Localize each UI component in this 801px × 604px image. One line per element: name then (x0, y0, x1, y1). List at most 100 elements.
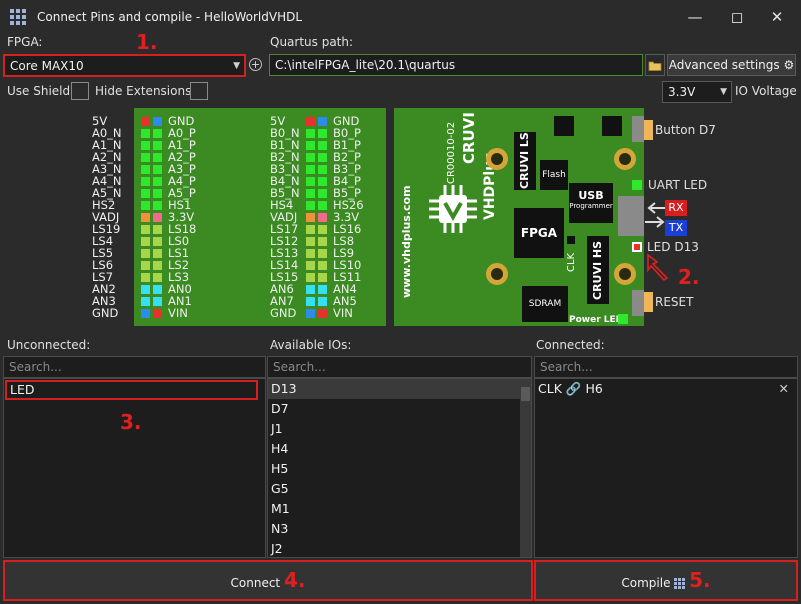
pin-square[interactable] (141, 117, 150, 126)
pin-square[interactable] (153, 201, 162, 210)
connected-item[interactable]: CLK 🔗 H6 ✕ (535, 379, 797, 399)
maximize-button[interactable]: ◻ (722, 6, 752, 28)
reset-switch[interactable] (632, 290, 644, 316)
compile-button[interactable]: Compile 5. (534, 560, 798, 601)
pin-square[interactable] (141, 165, 150, 174)
folder-browse-button[interactable] (645, 54, 665, 76)
pin-square[interactable] (153, 177, 162, 186)
add-fpga-icon[interactable]: + (249, 58, 262, 71)
pin-square[interactable] (306, 153, 315, 162)
pin-square[interactable] (153, 153, 162, 162)
pin-square[interactable] (318, 141, 327, 150)
list-item[interactable]: N3 (268, 519, 531, 539)
pin-square[interactable] (318, 165, 327, 174)
pin-square[interactable] (153, 141, 162, 150)
pin-square[interactable] (306, 249, 315, 258)
pin-square[interactable] (318, 225, 327, 234)
pin-square[interactable] (153, 165, 162, 174)
pin-square[interactable] (153, 189, 162, 198)
use-shield-checkbox[interactable] (71, 82, 89, 100)
available-ios-scrollbar[interactable] (520, 379, 531, 557)
pin-square[interactable] (141, 261, 150, 270)
pin-square[interactable] (306, 141, 315, 150)
pin-square[interactable] (318, 117, 327, 126)
list-item[interactable]: J2 (268, 539, 531, 559)
pin-square[interactable] (153, 225, 162, 234)
pin-square[interactable] (306, 117, 315, 126)
pin-square[interactable] (141, 285, 150, 294)
pin-square[interactable] (141, 153, 150, 162)
pin-square[interactable] (306, 273, 315, 282)
unconnected-search-input[interactable]: Search... (3, 356, 266, 378)
pin-square[interactable] (141, 273, 150, 282)
pin-square[interactable] (306, 225, 315, 234)
pin-square[interactable] (318, 189, 327, 198)
list-item-led[interactable]: LED (5, 380, 258, 400)
list-item[interactable]: D13 (268, 379, 531, 399)
pin-square[interactable] (306, 213, 315, 222)
pin-square[interactable] (306, 189, 315, 198)
pin-square[interactable] (141, 249, 150, 258)
pin-square[interactable] (306, 165, 315, 174)
list-item[interactable]: J1 (268, 419, 531, 439)
pin-square[interactable] (318, 273, 327, 282)
pin-label: VIN (333, 306, 353, 320)
pin-square[interactable] (141, 309, 150, 318)
list-item[interactable]: D7 (268, 399, 531, 419)
quartus-path-input[interactable]: C:\intelFPGA_lite\20.1\quartus (269, 54, 643, 76)
pin-square[interactable] (318, 201, 327, 210)
pin-square[interactable] (318, 297, 327, 306)
pin-square[interactable] (318, 261, 327, 270)
pin-square[interactable] (141, 225, 150, 234)
pin-square[interactable] (318, 177, 327, 186)
close-window-button[interactable]: ✕ (762, 6, 792, 28)
advanced-settings-button[interactable]: Advanced settings ⚙ (667, 54, 796, 76)
connected-search-input[interactable]: Search... (534, 356, 798, 378)
hide-extensions-checkbox[interactable] (190, 82, 208, 100)
pin-square[interactable] (141, 297, 150, 306)
pin-square[interactable] (306, 177, 315, 186)
pin-square[interactable] (318, 213, 327, 222)
list-item[interactable]: M1 (268, 499, 531, 519)
pin-square[interactable] (306, 297, 315, 306)
pin-square[interactable] (306, 237, 315, 246)
button-d7-switch[interactable] (632, 116, 644, 142)
pin-square[interactable] (153, 285, 162, 294)
pin-square[interactable] (141, 189, 150, 198)
pin-square[interactable] (153, 309, 162, 318)
pin-square[interactable] (153, 117, 162, 126)
pin-square[interactable] (318, 129, 327, 138)
connect-button[interactable]: Connect 4. (3, 560, 533, 601)
pin-square[interactable] (318, 309, 327, 318)
pin-square[interactable] (141, 129, 150, 138)
pin-square[interactable] (318, 237, 327, 246)
available-ios-search-input[interactable]: Search... (267, 356, 532, 378)
pin-square[interactable] (141, 141, 150, 150)
pin-square[interactable] (141, 213, 150, 222)
remove-connection-icon[interactable]: ✕ (779, 379, 789, 399)
list-item[interactable]: G5 (268, 479, 531, 499)
pin-square[interactable] (318, 153, 327, 162)
pin-square[interactable] (141, 201, 150, 210)
pin-square[interactable] (141, 237, 150, 246)
pin-square[interactable] (153, 273, 162, 282)
list-item[interactable]: H5 (268, 459, 531, 479)
pin-square[interactable] (141, 177, 150, 186)
fpga-select[interactable]: Core MAX10 ▼ (3, 54, 246, 77)
pin-square[interactable] (306, 285, 315, 294)
pin-square[interactable] (153, 237, 162, 246)
pin-square[interactable] (306, 261, 315, 270)
pin-square[interactable] (306, 201, 315, 210)
minimize-button[interactable]: — (680, 6, 710, 28)
pin-square[interactable] (153, 261, 162, 270)
pin-square[interactable] (306, 129, 315, 138)
list-item[interactable]: H4 (268, 439, 531, 459)
pin-square[interactable] (318, 249, 327, 258)
io-voltage-select[interactable]: 3.3V ▼ (662, 81, 732, 103)
pin-square[interactable] (318, 285, 327, 294)
pin-square[interactable] (153, 297, 162, 306)
pin-square[interactable] (153, 213, 162, 222)
pin-square[interactable] (153, 249, 162, 258)
pin-square[interactable] (306, 309, 315, 318)
pin-square[interactable] (153, 129, 162, 138)
